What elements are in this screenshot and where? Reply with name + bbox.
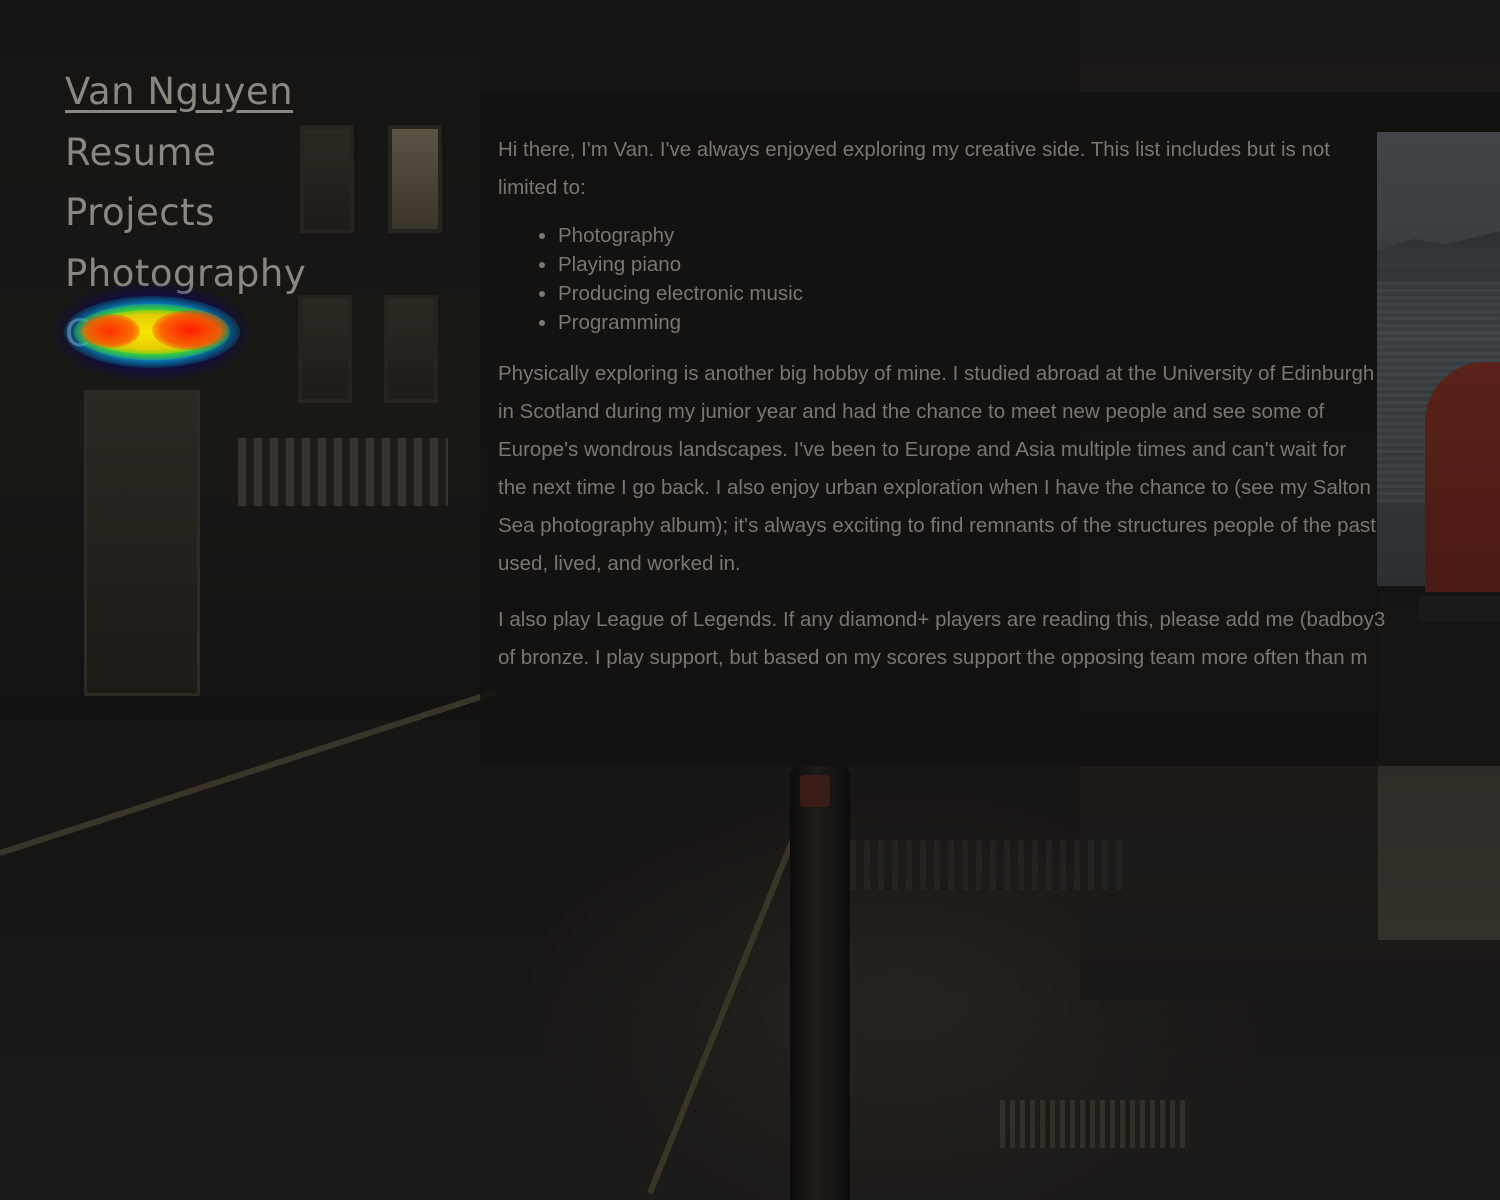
- hobby-item: Programming: [558, 308, 1500, 337]
- background-awning: [238, 438, 448, 506]
- background-grate: [1000, 1100, 1190, 1148]
- hobby-item: Photography: [558, 221, 1500, 250]
- background-shopfront: [84, 390, 200, 696]
- main-nav: Van Nguyen Resume Projects Photography C…: [65, 62, 306, 365]
- background-bollard: [790, 760, 850, 1200]
- hobby-item: Playing piano: [558, 250, 1500, 279]
- nav-photography-link[interactable]: Photography: [65, 244, 306, 305]
- background-window: [384, 295, 438, 403]
- background-bollard-cap: [800, 775, 830, 807]
- league-paragraph: I also play League of Legends. If any di…: [498, 601, 1500, 677]
- league-line-1: I also play League of Legends. If any di…: [498, 608, 1386, 631]
- nav-projects-link[interactable]: Projects: [65, 183, 306, 244]
- nav-contact-link[interactable]: Contact: [65, 304, 306, 365]
- background-window: [388, 125, 442, 233]
- nav-resume-link[interactable]: Resume: [65, 123, 306, 184]
- intro-paragraph: Hi there, I'm Van. I've always enjoyed e…: [498, 138, 1331, 199]
- hobbies-list: Photography Playing piano Producing elec…: [498, 221, 1500, 337]
- nav-home-link[interactable]: Van Nguyen: [65, 62, 306, 123]
- league-line-2: of bronze. I play support, but based on …: [498, 646, 1368, 669]
- exploring-paragraph: Physically exploring is another big hobb…: [498, 362, 1376, 575]
- background-window: [300, 125, 354, 233]
- about-content: Hi there, I'm Van. I've always enjoyed e…: [498, 131, 1500, 751]
- background-pavement: [850, 840, 1130, 890]
- hobby-item: Producing electronic music: [558, 279, 1500, 308]
- page: Van Nguyen Resume Projects Photography C…: [0, 0, 1500, 1200]
